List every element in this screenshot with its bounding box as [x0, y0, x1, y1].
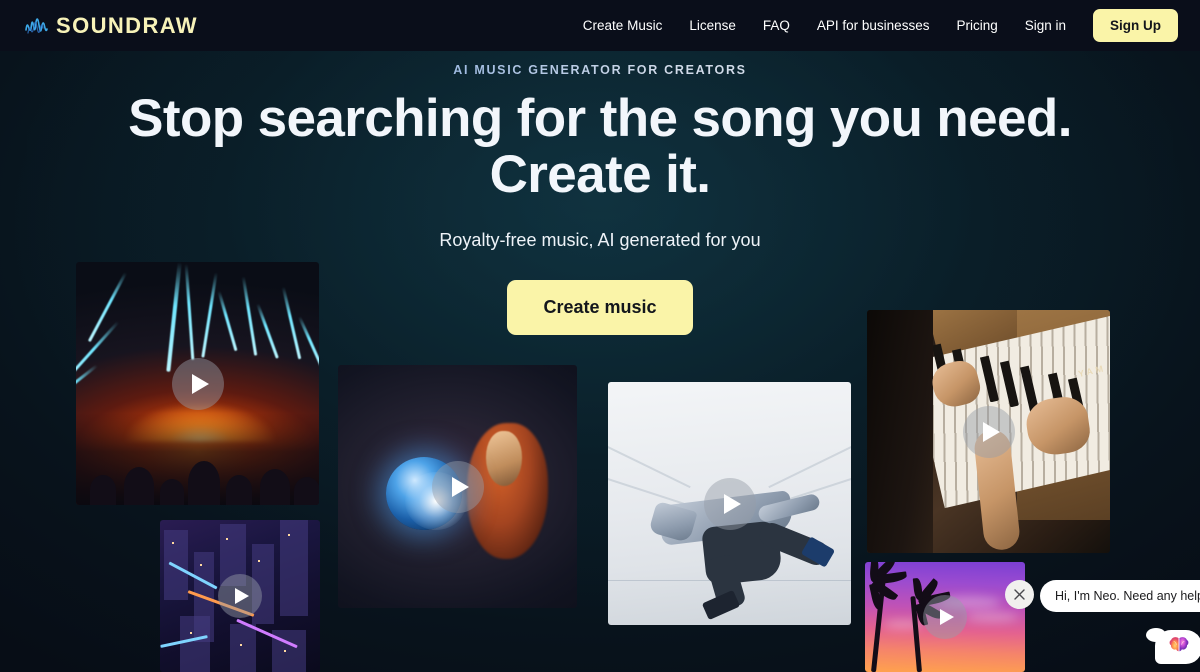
- main-nav: Create Music License FAQ API for busines…: [583, 9, 1178, 42]
- video-tile-breakdancer[interactable]: [608, 382, 851, 625]
- site-header: SOUNDRAW Create Music License FAQ API fo…: [0, 0, 1200, 51]
- logo-text: SOUNDRAW: [56, 12, 198, 38]
- nav-item-api-for-businesses[interactable]: API for businesses: [817, 18, 930, 33]
- play-button[interactable]: [218, 574, 262, 618]
- play-button[interactable]: [962, 405, 1015, 458]
- play-button[interactable]: [923, 595, 967, 639]
- play-icon: [235, 588, 249, 604]
- nav-item-create-music[interactable]: Create Music: [583, 18, 663, 33]
- hero-cta-wrapper: Create music: [0, 280, 1200, 336]
- chat-close-button[interactable]: [1005, 580, 1034, 609]
- waveform-icon: [24, 13, 54, 39]
- page-root: SOUNDRAW Create Music License FAQ API fo…: [0, 0, 1200, 672]
- play-button[interactable]: [431, 460, 484, 513]
- play-icon: [451, 476, 469, 497]
- sign-up-button[interactable]: Sign Up: [1093, 9, 1178, 42]
- nav-item-sign-in[interactable]: Sign in: [1025, 18, 1066, 33]
- nav-item-license[interactable]: License: [689, 18, 736, 33]
- play-button[interactable]: [171, 357, 224, 410]
- play-icon: [940, 609, 954, 625]
- play-icon: [982, 421, 1000, 442]
- video-tile-city-night[interactable]: [160, 520, 320, 672]
- logo[interactable]: SOUNDRAW: [24, 13, 198, 39]
- nav-item-pricing[interactable]: Pricing: [956, 18, 997, 33]
- video-tile-disco-ball-woman[interactable]: [338, 365, 577, 608]
- play-icon: [191, 373, 209, 394]
- play-button[interactable]: [703, 477, 756, 530]
- nav-item-faq[interactable]: FAQ: [763, 18, 790, 33]
- play-icon: [723, 493, 741, 514]
- chat-launcher-button[interactable]: [1155, 630, 1200, 664]
- close-icon: [1013, 588, 1026, 601]
- create-music-button[interactable]: Create music: [507, 280, 693, 336]
- video-tile-tropical-sunset[interactable]: [865, 562, 1025, 672]
- video-tile-piano-hands[interactable]: YAM: [867, 310, 1110, 553]
- chat-message-bubble[interactable]: Hi, I'm Neo. Need any help?: [1040, 580, 1200, 612]
- brain-icon: [1168, 635, 1190, 660]
